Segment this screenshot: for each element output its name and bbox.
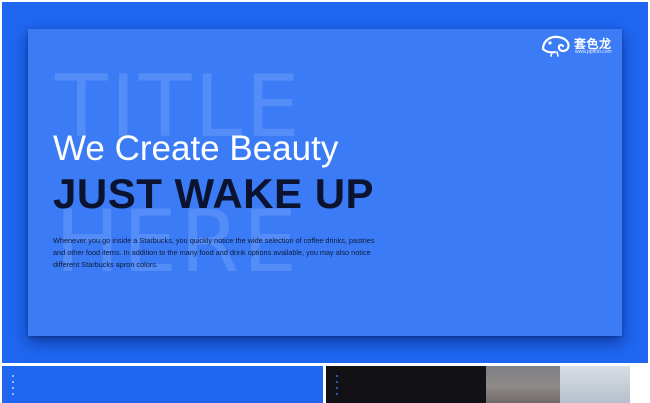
thumbnail-edge	[630, 366, 648, 403]
slide-headline: We Create Beauty	[53, 129, 339, 168]
slide-subheadline: JUST WAKE UP	[53, 170, 375, 217]
slide-stage: TITLE HERE We Create Beauty JUST WAKE UP…	[2, 2, 648, 363]
dots-indicator-icon	[336, 375, 338, 399]
thumbnail-photo-sky	[486, 366, 560, 403]
slide-body-text: Whenever you go inside a Starbucks, you …	[53, 236, 375, 270]
slide-thumbnail-2[interactable]	[326, 366, 648, 403]
slide-thumbnail-1[interactable]	[2, 366, 323, 403]
brand-logo: 套色龙 www.pptfob.com	[540, 33, 620, 57]
chameleon-logo-icon	[541, 35, 570, 57]
logo-url: www.pptfob.com	[575, 49, 612, 55]
dots-indicator-icon	[12, 375, 14, 399]
slide-card: TITLE HERE We Create Beauty JUST WAKE UP…	[28, 29, 622, 336]
thumbnail-photo-light	[560, 366, 630, 403]
